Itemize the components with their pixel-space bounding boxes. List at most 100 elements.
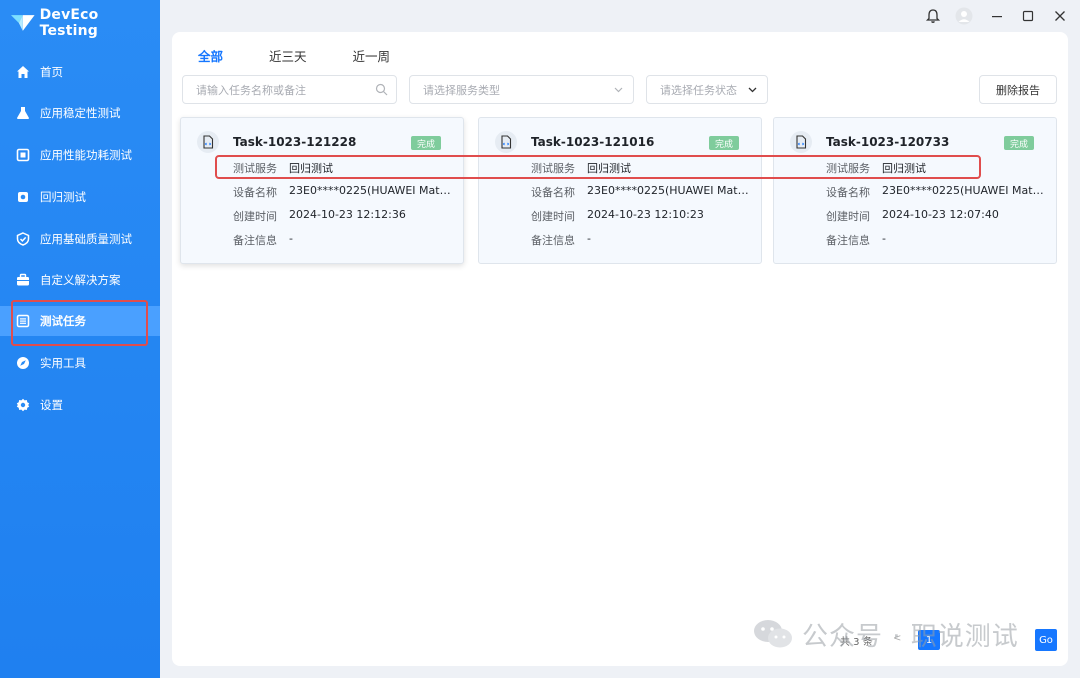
home-icon: [16, 65, 30, 79]
pagination-prev-button[interactable]: <: [893, 633, 901, 644]
note-row: 备注信息 -: [531, 232, 591, 248]
note-label: 备注信息: [531, 234, 575, 247]
task-title: Task-1023-121016: [531, 135, 655, 149]
minimize-icon[interactable]: [988, 7, 1006, 25]
avatar-icon[interactable]: [955, 7, 973, 25]
created-value: 2024-10-23 12:12:36: [289, 208, 406, 221]
delete-report-button[interactable]: 删除报告: [979, 75, 1057, 104]
regression-icon: [16, 190, 30, 204]
note-row: 备注信息 -: [233, 232, 293, 248]
close-icon[interactable]: [1051, 7, 1069, 25]
note-value: -: [882, 232, 886, 245]
note-row: 备注信息 -: [826, 232, 886, 248]
task-status-select[interactable]: 请选择任务状态: [646, 75, 768, 104]
sidebar-item-label: 设置: [40, 398, 63, 412]
note-value: -: [587, 232, 591, 245]
device-row: 设备名称 23E0****0225(HUAWEI Mate...: [233, 184, 453, 200]
service-row: 测试服务 回归测试: [233, 160, 333, 176]
task-status-placeholder: 请选择任务状态: [660, 83, 737, 97]
pagination-go-button[interactable]: Go: [1035, 629, 1057, 651]
created-label: 创建时间: [233, 210, 277, 223]
device-value: 23E0****0225(HUAWEI Mate...: [882, 184, 1046, 197]
sidebar-item-quality[interactable]: 应用基础质量测试: [0, 224, 160, 254]
flask-icon: [16, 106, 30, 120]
sidebar-item-label: 应用稳定性测试: [40, 106, 121, 120]
chip-icon: [16, 148, 30, 162]
sidebar-item-label: 应用性能功耗测试: [40, 148, 132, 162]
device-value: 23E0****0225(HUAWEI Mate...: [289, 184, 453, 197]
device-row: 设备名称 23E0****0225(HUAWEI Mate...: [531, 184, 751, 200]
service-value: 回归测试: [289, 162, 333, 175]
sidebar-item-home[interactable]: 首页: [0, 57, 160, 87]
service-label: 测试服务: [826, 162, 870, 175]
status-badge: 完成: [410, 136, 441, 150]
gear-icon: [16, 398, 30, 412]
sidebar-item-label: 实用工具: [40, 356, 86, 370]
deveco-logo-icon: [10, 15, 35, 31]
service-type-select[interactable]: 请选择服务类型: [409, 75, 634, 104]
status-badge: 完成: [1003, 136, 1034, 150]
search-icon: [375, 83, 388, 96]
device-label: 设备名称: [826, 186, 870, 199]
device-row: 设备名称 23E0****0225(HUAWEI Mate...: [826, 184, 1046, 200]
task-card[interactable]: Task-1023-121228 完成 测试服务 回归测试 设备名称 23E0***…: [180, 117, 464, 264]
code-file-icon: [495, 131, 517, 153]
code-file-icon: [790, 131, 812, 153]
sidebar-item-settings[interactable]: 设置: [0, 390, 160, 420]
created-value: 2024-10-23 12:10:23: [587, 208, 704, 221]
bell-icon[interactable]: [924, 7, 942, 25]
app-name: DevEco Testing: [39, 7, 99, 39]
main-panel: 全部 近三天 近一周 请输入任务名称或备注 请选择服务类型 请选择任务状态 删除…: [172, 32, 1068, 666]
task-card[interactable]: Task-1023-120733 完成 测试服务 回归测试 设备名称 23E0***…: [773, 117, 1057, 264]
sidebar-item-regression[interactable]: 回归测试: [0, 182, 160, 212]
tab-last-week[interactable]: 近一周: [353, 46, 391, 71]
task-title: Task-1023-121228: [233, 135, 357, 149]
search-placeholder: 请输入任务名称或备注: [196, 83, 306, 97]
sidebar-item-test-tasks[interactable]: 测试任务: [0, 306, 160, 336]
chevron-down-icon: [614, 87, 623, 93]
sidebar-item-label: 测试任务: [40, 314, 86, 328]
service-type-placeholder: 请选择服务类型: [423, 83, 500, 97]
service-value: 回归测试: [587, 162, 631, 175]
compass-icon: [16, 356, 30, 370]
note-value: -: [289, 232, 293, 245]
device-label: 设备名称: [233, 186, 277, 199]
code-file-icon: [197, 131, 219, 153]
pagination-page-button[interactable]: 1: [918, 630, 940, 650]
created-row: 创建时间 2024-10-23 12:10:23: [531, 208, 704, 224]
pagination-total: 共 3 条: [840, 637, 873, 648]
sidebar-item-custom-solution[interactable]: 自定义解决方案: [0, 265, 160, 295]
service-value: 回归测试: [882, 162, 926, 175]
task-title: Task-1023-120733: [826, 135, 950, 149]
note-label: 备注信息: [826, 234, 870, 247]
sidebar-item-label: 首页: [40, 65, 63, 79]
sidebar-item-stability[interactable]: 应用稳定性测试: [0, 98, 160, 128]
window-titlebar: [160, 0, 1080, 32]
service-label: 测试服务: [233, 162, 277, 175]
sidebar-item-tools[interactable]: 实用工具: [0, 348, 160, 378]
chevron-down-icon: [748, 87, 757, 93]
device-label: 设备名称: [531, 186, 575, 199]
created-label: 创建时间: [531, 210, 575, 223]
sidebar-item-performance[interactable]: 应用性能功耗测试: [0, 140, 160, 170]
brand: DevEco Testing: [10, 7, 160, 39]
status-badge: 完成: [708, 136, 739, 150]
sidebar-item-label: 回归测试: [40, 190, 86, 204]
search-input[interactable]: 请输入任务名称或备注: [182, 75, 397, 104]
sidebar-item-label: 应用基础质量测试: [40, 232, 132, 246]
created-row: 创建时间 2024-10-23 12:07:40: [826, 208, 999, 224]
device-value: 23E0****0225(HUAWEI Mate...: [587, 184, 751, 197]
created-row: 创建时间 2024-10-23 12:12:36: [233, 208, 406, 224]
briefcase-icon: [16, 273, 30, 287]
tab-last-three-days[interactable]: 近三天: [269, 46, 307, 71]
service-label: 测试服务: [531, 162, 575, 175]
service-row: 测试服务 回归测试: [826, 160, 926, 176]
sidebar-item-label: 自定义解决方案: [40, 273, 121, 287]
sidebar: DevEco Testing 首页 应用稳定性测试 应用性能功耗测试 回归测试 …: [0, 0, 160, 678]
shield-check-icon: [16, 232, 30, 246]
maximize-icon[interactable]: [1019, 7, 1037, 25]
tab-all[interactable]: 全部: [198, 46, 223, 71]
task-card[interactable]: Task-1023-121016 完成 测试服务 回归测试 设备名称 23E0***…: [478, 117, 762, 264]
created-value: 2024-10-23 12:07:40: [882, 208, 999, 221]
service-row: 测试服务 回归测试: [531, 160, 631, 176]
